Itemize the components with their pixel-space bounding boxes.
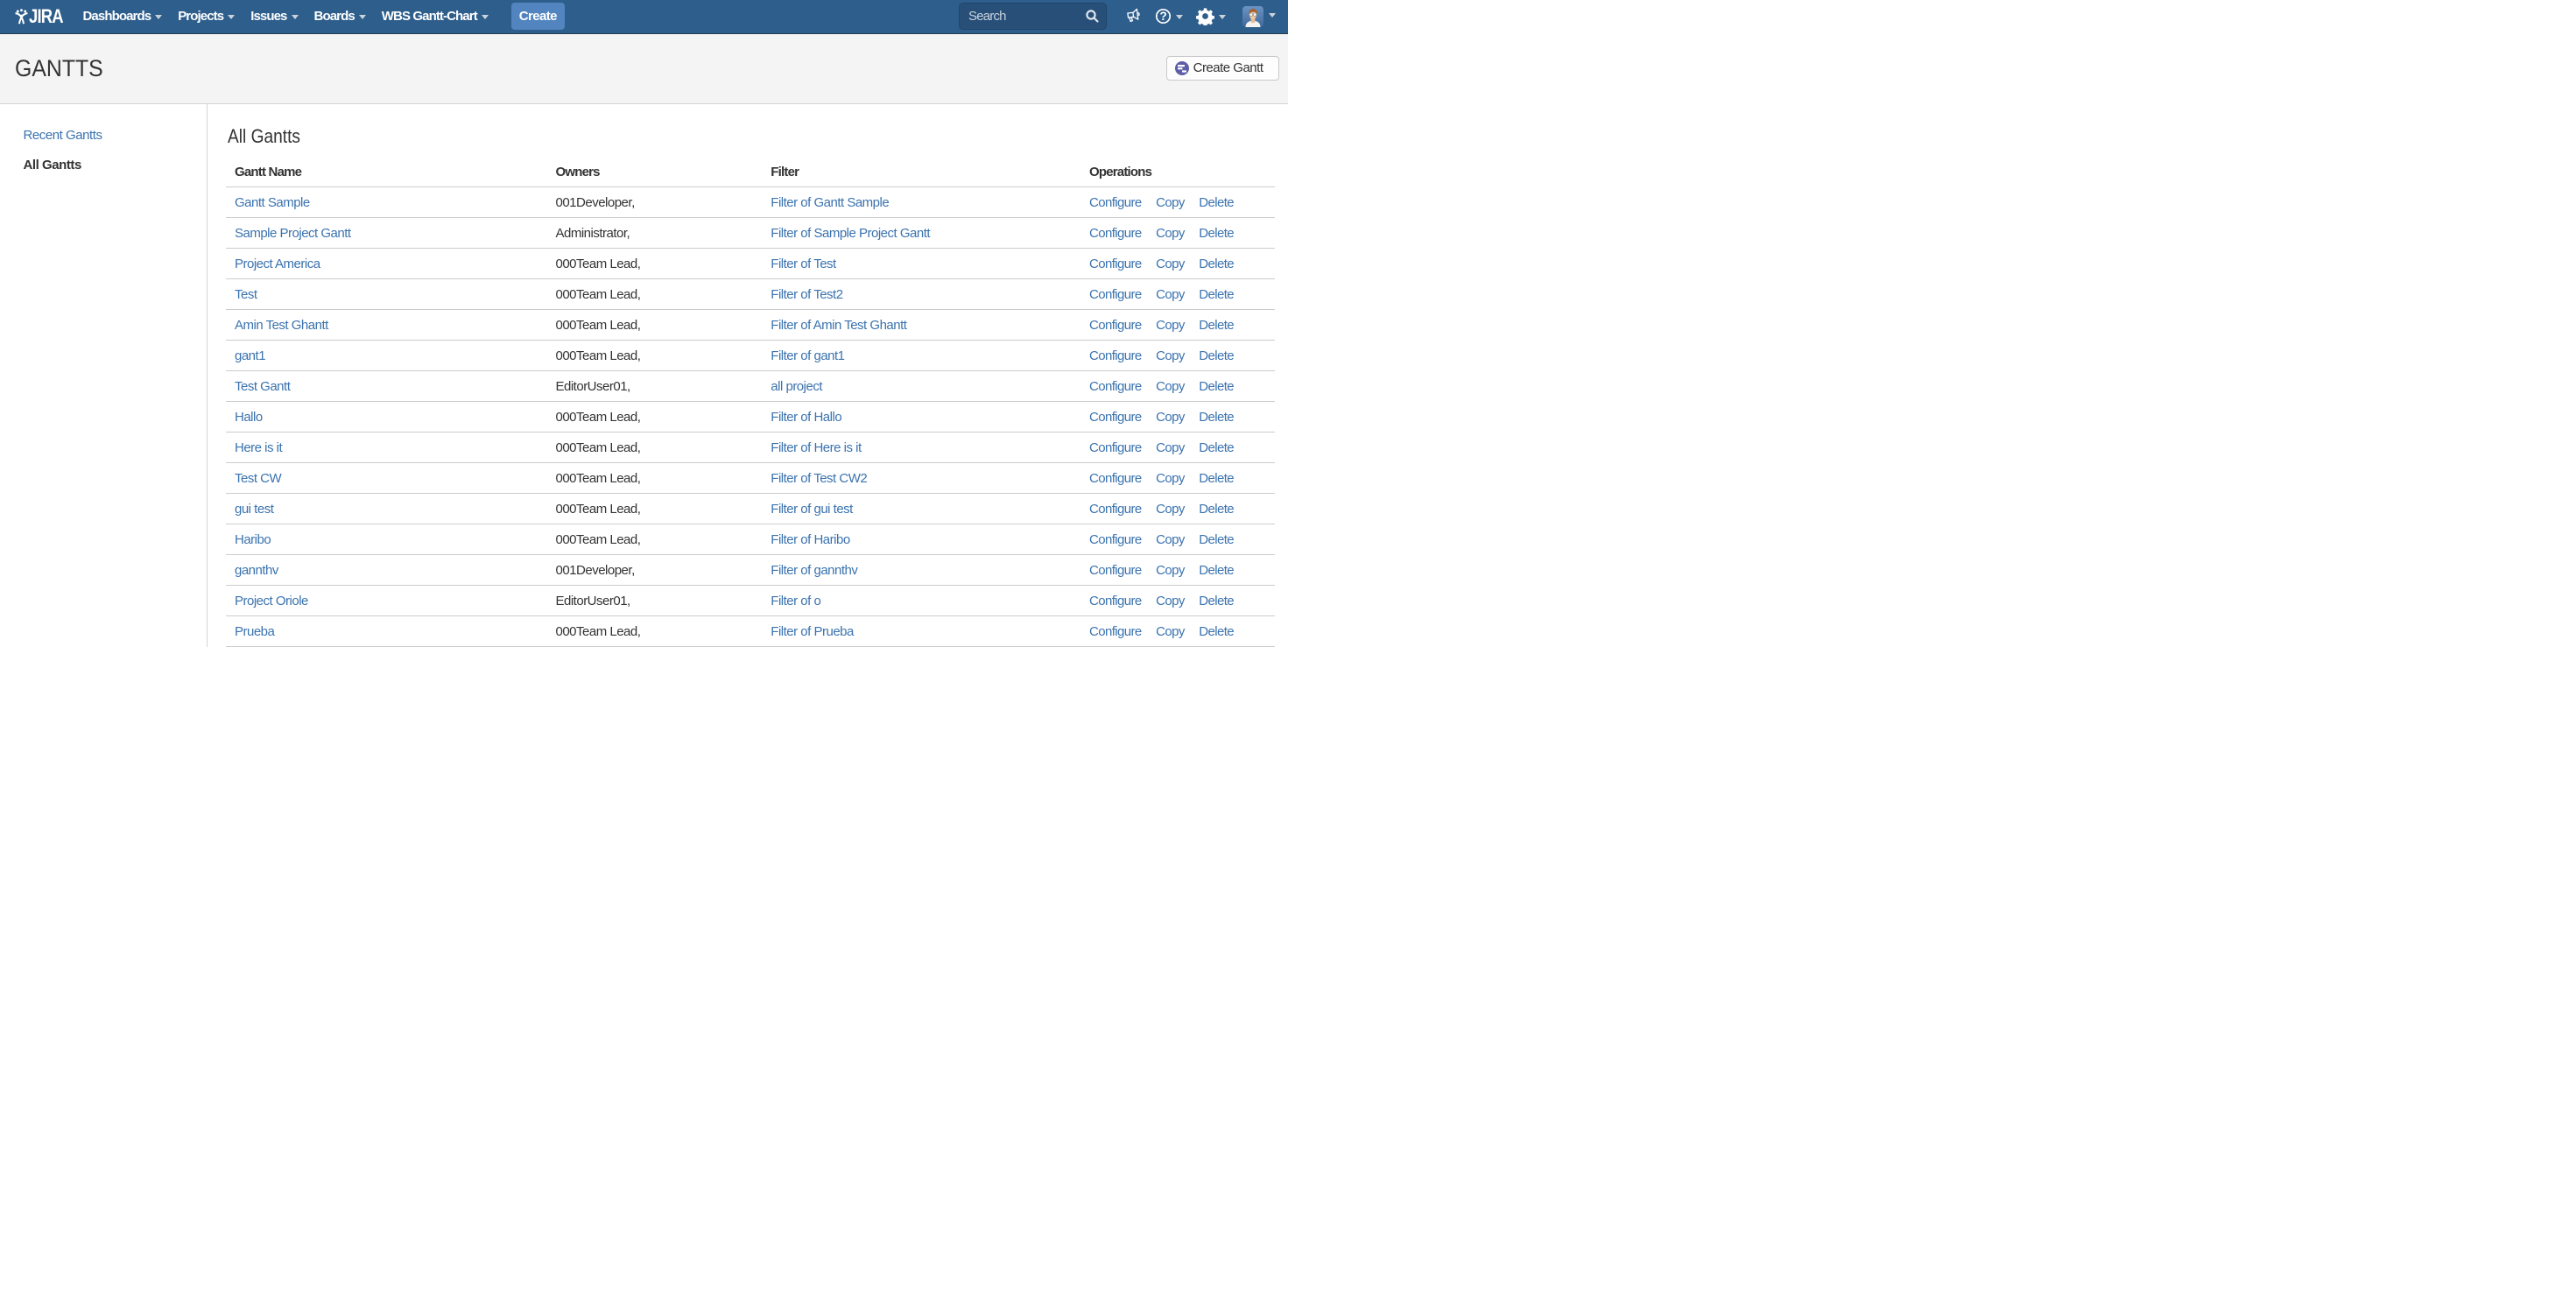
- svg-text:?: ?: [1159, 10, 1166, 23]
